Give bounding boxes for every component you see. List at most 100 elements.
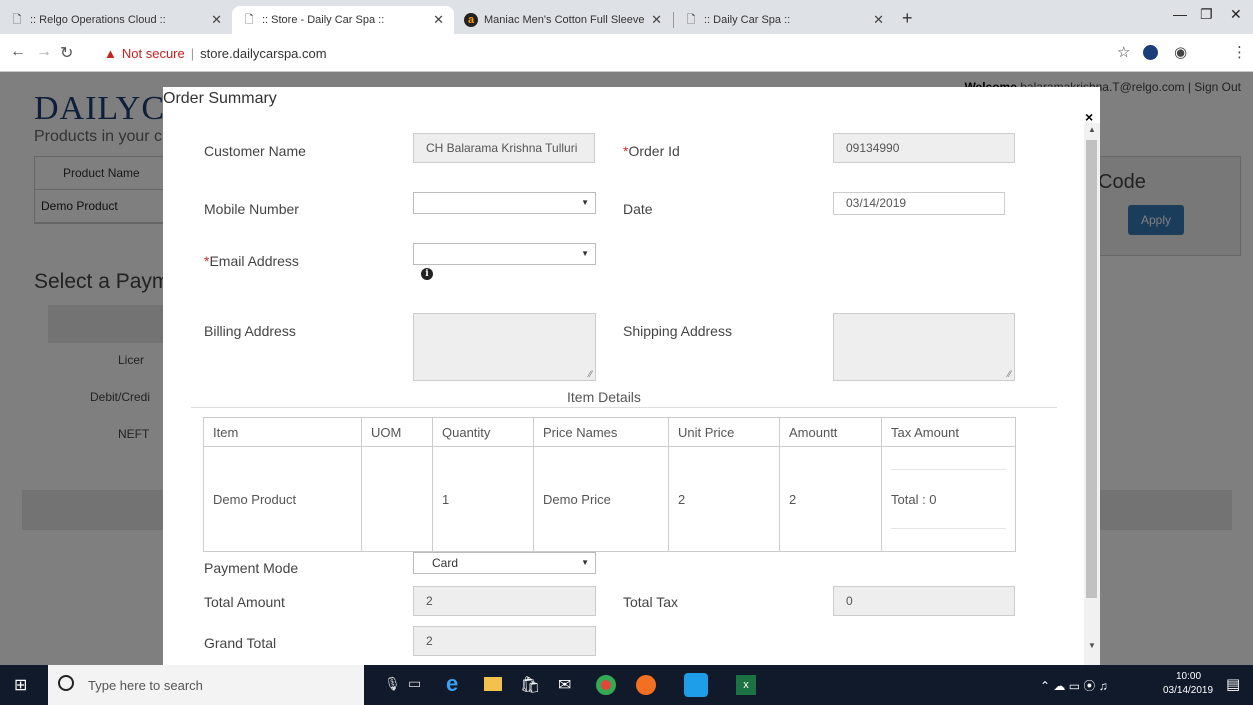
cell-uom <box>361 446 433 552</box>
email-address-select[interactable]: ▼ <box>413 243 596 265</box>
taskbar-search[interactable]: Type here to search <box>48 665 364 705</box>
total-tax-field[interactable]: 0 <box>833 586 1015 616</box>
resize-grip-icon[interactable]: ⁄⁄ <box>1008 369 1011 379</box>
divider <box>891 469 1006 470</box>
chevron-down-icon: ▼ <box>581 558 589 567</box>
task-view-icon[interactable]: ▭ <box>408 675 421 692</box>
document-icon: 🗋 <box>686 13 696 26</box>
scrollbar-thumb[interactable] <box>1086 140 1097 598</box>
notifications-icon[interactable]: ▤ <box>1226 675 1240 693</box>
cell-unit-price: 2 <box>668 446 780 552</box>
date-label: Date <box>623 201 653 217</box>
grand-total-label: Grand Total <box>204 635 277 651</box>
tab-daily-car-spa[interactable]: 🗋 :: Daily Car Spa :: ✕ <box>674 6 894 34</box>
window-close-icon[interactable]: ✕ <box>1230 6 1242 23</box>
minimize-icon[interactable]: — <box>1173 6 1187 22</box>
tab-title: :: Daily Car Spa :: <box>704 14 791 26</box>
items-table: Item UOM Quantity Price Names Unit Price… <box>203 417 1016 552</box>
billing-address-label: Billing Address <box>204 323 296 339</box>
excel-icon[interactable]: x <box>736 675 756 695</box>
shipping-address-label: Shipping Address <box>623 323 732 339</box>
mobile-number-select[interactable]: ▼ <box>413 192 596 214</box>
shipping-address-textarea[interactable]: ⁄⁄ <box>833 313 1015 381</box>
close-tab-icon[interactable]: ✕ <box>873 12 884 28</box>
back-icon[interactable]: ← <box>10 43 26 61</box>
customer-name-field[interactable]: CH Balarama Krishna Tulluri <box>413 133 595 163</box>
microphone-icon[interactable]: 🎙 <box>384 676 401 692</box>
cell-tax-amount: Total : 0 <box>881 446 1016 552</box>
menu-icon[interactable]: ⋮ <box>1232 43 1247 61</box>
grand-total-field[interactable]: 2 <box>413 626 596 656</box>
tab-relgo-operations[interactable]: 🗋 :: Relgo Operations Cloud :: ✕ <box>0 6 232 34</box>
total-amount-label: Total Amount <box>204 594 285 610</box>
chevron-down-icon: ▼ <box>581 198 589 207</box>
clock-time[interactable]: 10:00 <box>1176 671 1201 682</box>
restore-icon[interactable]: ❐ <box>1200 6 1213 23</box>
billing-address-textarea[interactable]: ⁄⁄ <box>413 313 596 381</box>
url-text: store.dailycarspa.com <box>200 45 327 61</box>
date-field[interactable]: 03/14/2019 <box>833 192 1005 215</box>
bookmark-star-icon[interactable]: ☆ <box>1117 43 1130 61</box>
payment-mode-label: Payment Mode <box>204 560 299 576</box>
column-tax-amount: Tax Amount <box>881 417 1016 447</box>
cell-quantity: 1 <box>432 446 534 552</box>
column-uom: UOM <box>361 417 433 447</box>
column-unit-price: Unit Price <box>668 417 780 447</box>
scroll-down-icon[interactable]: ▼ <box>1088 641 1096 650</box>
column-item: Item <box>203 417 362 447</box>
windows-start-icon[interactable]: ⊞ <box>14 675 27 695</box>
close-tab-icon[interactable]: ✕ <box>433 12 444 28</box>
customer-name-label: Customer Name <box>204 143 306 159</box>
app-icon[interactable] <box>684 673 708 697</box>
chrome-icon[interactable] <box>596 675 616 695</box>
tax-total: Total : 0 <box>891 491 937 507</box>
store-icon[interactable]: 🛍 <box>520 675 540 695</box>
url-field[interactable]: ▲ Not secure | store.dailycarspa.com <box>104 39 1104 67</box>
profile-icon[interactable]: ◉ <box>1174 43 1187 61</box>
order-id-field[interactable]: 09134990 <box>833 133 1015 163</box>
close-tab-icon[interactable]: ✕ <box>651 12 662 28</box>
total-amount-field[interactable]: 2 <box>413 586 596 616</box>
column-quantity: Quantity <box>432 417 534 447</box>
divider <box>191 407 1057 408</box>
table-row: Demo Product 1 Demo Price 2 2 Total : 0 <box>203 446 1016 552</box>
tab-maniac-shirt[interactable]: a Maniac Men's Cotton Full Sleeve ✕ <box>454 6 672 34</box>
amazon-icon: a <box>464 13 478 27</box>
email-address-label: *Email Address <box>204 253 299 269</box>
system-tray-icon[interactable]: ⌃ ☁ ▭ ⦿ ♫ <box>1040 677 1108 694</box>
cell-amount: 2 <box>779 446 882 552</box>
reload-icon[interactable]: ↻ <box>60 43 73 63</box>
document-icon: 🗋 <box>244 13 254 26</box>
item-details-title: Item Details <box>567 389 641 405</box>
file-explorer-icon[interactable] <box>484 677 502 691</box>
clock-date[interactable]: 03/14/2019 <box>1163 685 1213 696</box>
taskbar: ⊞ Type here to search 🎙 ▭ e 🛍 ✉ x ⌃ ☁ ▭ … <box>0 665 1253 705</box>
document-icon: 🗋 <box>12 13 22 26</box>
order-summary-modal: Order Summary × ▲ ▼ Customer Name CH Bal… <box>163 87 1100 665</box>
extension-icon[interactable] <box>1143 45 1158 60</box>
order-id-label: *Order Id <box>623 143 680 159</box>
warning-icon: ▲ <box>104 45 117 61</box>
cell-item: Demo Product <box>203 446 362 552</box>
firefox-icon[interactable] <box>636 675 656 695</box>
forward-icon[interactable]: → <box>36 43 52 61</box>
address-bar: ← → ↻ ▲ Not secure | store.dailycarspa.c… <box>0 34 1253 72</box>
modal-title: Order Summary <box>163 90 277 107</box>
tab-title: Maniac Men's Cotton Full Sleeve <box>484 14 645 26</box>
payment-mode-select[interactable]: Card ▼ <box>413 552 596 574</box>
cortana-icon <box>58 675 74 691</box>
items-header-row: Item UOM Quantity Price Names Unit Price… <box>203 417 1016 447</box>
info-icon[interactable]: i <box>421 268 433 280</box>
resize-grip-icon[interactable]: ⁄⁄ <box>589 369 592 379</box>
search-placeholder: Type here to search <box>88 678 203 693</box>
close-tab-icon[interactable]: ✕ <box>211 12 222 28</box>
edge-icon[interactable]: e <box>446 671 458 697</box>
mobile-number-label: Mobile Number <box>204 201 299 217</box>
new-tab-button[interactable]: + <box>902 8 913 29</box>
browser-tab-bar: 🗋 :: Relgo Operations Cloud :: ✕ 🗋 :: St… <box>0 0 1253 34</box>
mail-icon[interactable]: ✉ <box>558 675 571 695</box>
not-secure-label: Not secure <box>121 45 185 61</box>
scroll-up-icon[interactable]: ▲ <box>1088 125 1096 134</box>
tab-store-daily-car-spa[interactable]: 🗋 :: Store - Daily Car Spa :: ✕ <box>232 6 454 34</box>
url-separator: | <box>190 45 195 61</box>
